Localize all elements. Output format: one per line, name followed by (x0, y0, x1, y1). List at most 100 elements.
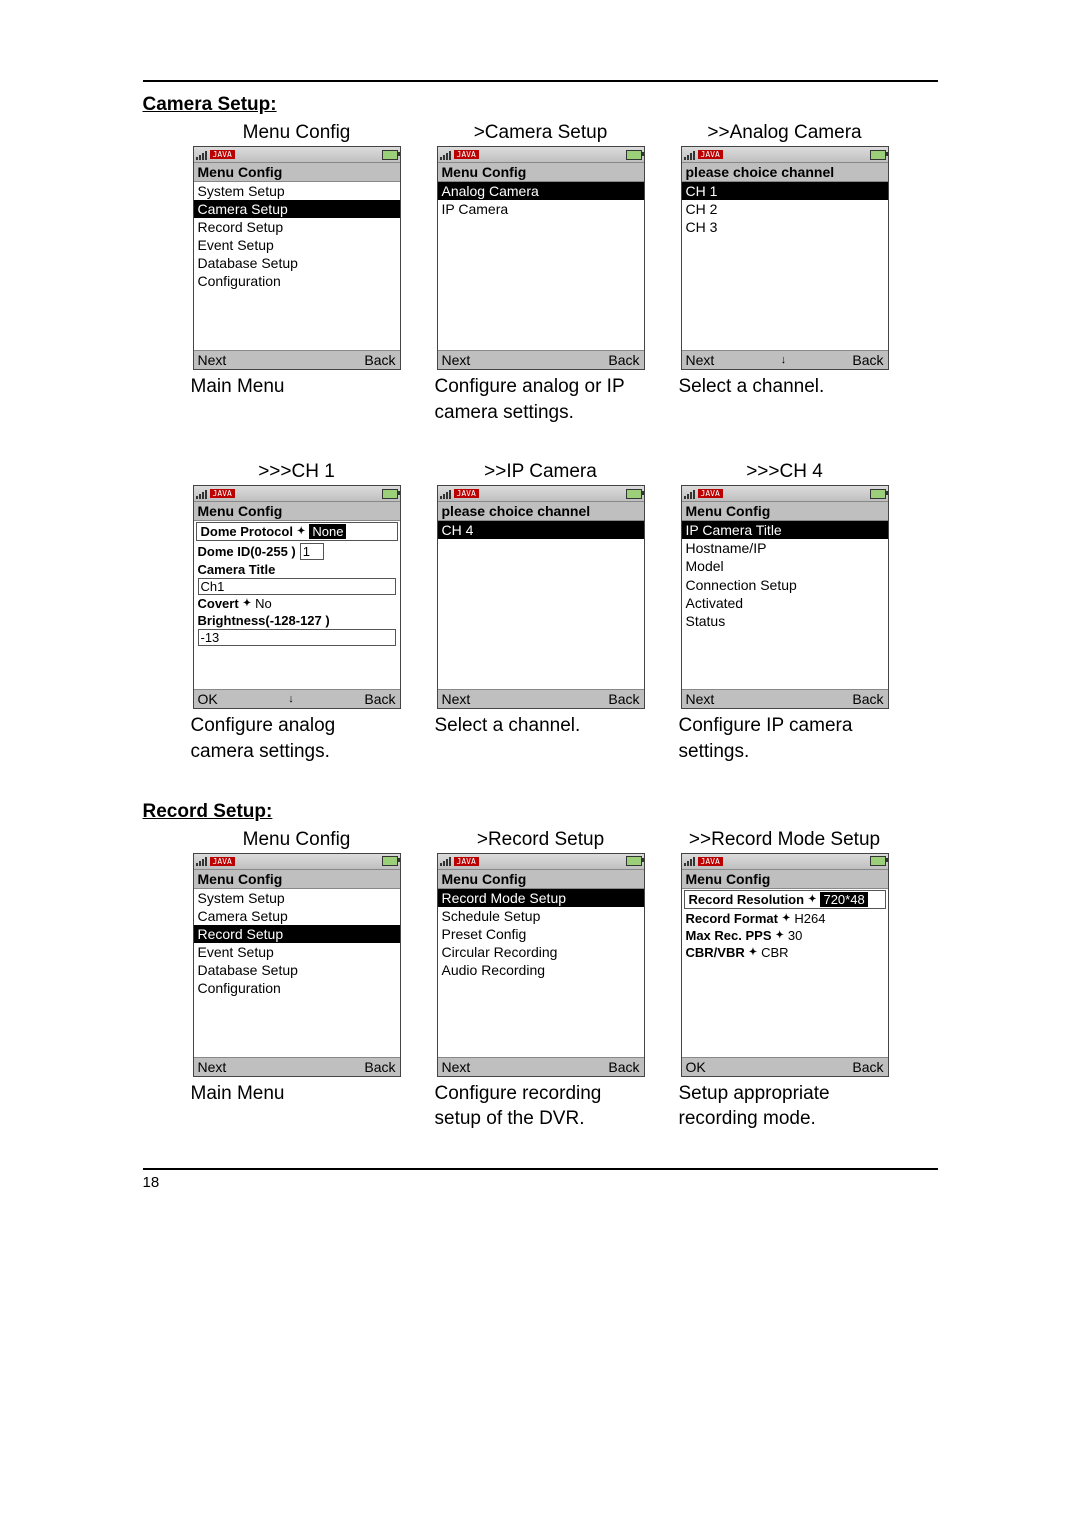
screen-header: please choice channel (682, 163, 888, 182)
record-format-value[interactable]: H264 (794, 911, 825, 926)
softkey-left[interactable]: OK (686, 1059, 706, 1075)
record-format-label: Record Format (686, 911, 778, 926)
softkey-right[interactable]: Back (364, 352, 395, 368)
menu-item[interactable]: Database Setup (194, 254, 400, 272)
softkey-right[interactable]: Back (364, 691, 395, 707)
caption: Setup appropriate recording mode. (679, 1081, 891, 1132)
covert-value[interactable]: No (255, 596, 272, 611)
menu-item[interactable]: Configuration (194, 979, 400, 997)
battery-icon (626, 150, 642, 160)
softkey-right[interactable]: Back (364, 1059, 395, 1075)
max-rec-pps-value[interactable]: 30 (788, 928, 802, 943)
menu-item[interactable]: Record Mode Setup (438, 889, 644, 907)
menu-item[interactable]: Model (682, 557, 888, 575)
softkey-left[interactable]: Next (198, 1059, 227, 1075)
menu-item[interactable]: Record Setup (194, 925, 400, 943)
menu-item[interactable]: Record Setup (194, 218, 400, 236)
softkey-left[interactable]: Next (198, 352, 227, 368)
star-icon: ✦ (297, 526, 305, 537)
menu-item[interactable]: Analog Camera (438, 182, 644, 200)
menu-item[interactable]: Camera Setup (194, 907, 400, 925)
signal-icon (684, 489, 695, 499)
star-icon: ✦ (808, 894, 816, 905)
signal-icon (196, 489, 207, 499)
softkey-right[interactable]: Back (852, 1059, 883, 1075)
record-resolution-label: Record Resolution (689, 892, 805, 907)
menu-item[interactable]: IP Camera Title (682, 521, 888, 539)
menu-item[interactable]: Configuration (194, 272, 400, 290)
row-camera-2: >>>CH 1 JAVA Menu Config Dome Protocol ✦… (191, 461, 938, 764)
brightness-value[interactable]: -13 (198, 629, 396, 646)
camera-title-value[interactable]: Ch1 (198, 578, 396, 595)
caption: Main Menu (191, 1081, 403, 1107)
softkey-left[interactable]: OK (198, 691, 218, 707)
dome-protocol-value[interactable]: None (309, 524, 346, 539)
screen-header: please choice channel (438, 502, 644, 521)
brightness-label: Brightness(-128-127 ) (198, 613, 330, 628)
softkey-right[interactable]: Back (608, 691, 639, 707)
caption: Main Menu (191, 374, 403, 400)
menu-item[interactable]: CH 3 (682, 218, 888, 236)
softkey-right[interactable]: Back (852, 691, 883, 707)
battery-icon (382, 489, 398, 499)
row-record-1: Menu Config JAVA Menu Config System Setu… (191, 829, 938, 1132)
panel-menu-config: Menu Config JAVA Menu Config System Setu… (191, 122, 403, 425)
section-title-camera-setup: Camera Setup: (143, 94, 938, 116)
menu-item[interactable]: Schedule Setup (438, 907, 644, 925)
menu-item[interactable]: Event Setup (194, 236, 400, 254)
camera-title-label: Camera Title (198, 562, 276, 577)
menu-item[interactable]: IP Camera (438, 200, 644, 218)
menu-item[interactable]: CH 1 (682, 182, 888, 200)
caption: Configure analog camera settings. (191, 713, 403, 764)
battery-icon (870, 856, 886, 866)
menu-item[interactable]: CH 2 (682, 200, 888, 218)
menu-item[interactable]: Database Setup (194, 961, 400, 979)
battery-icon (870, 150, 886, 160)
softkey-left[interactable]: Next (686, 691, 715, 707)
menu-item[interactable]: Camera Setup (194, 200, 400, 218)
section-title-record-setup: Record Setup: (143, 801, 938, 823)
menu-item[interactable]: Activated (682, 594, 888, 612)
star-icon: ✦ (749, 947, 757, 958)
caption: Configure recording setup of the DVR. (435, 1081, 647, 1132)
dome-id-value[interactable]: 1 (300, 543, 324, 560)
panel-label: >Camera Setup (474, 122, 608, 144)
panel-menu-config-2: Menu Config JAVA Menu Config System Setu… (191, 829, 403, 1132)
covert-label: Covert (198, 596, 239, 611)
menu-item[interactable]: Status (682, 612, 888, 630)
menu-item[interactable]: System Setup (194, 889, 400, 907)
menu-item[interactable]: Preset Config (438, 925, 644, 943)
panel-label: >>IP Camera (484, 461, 597, 483)
caption: Select a channel. (435, 713, 647, 739)
signal-icon (440, 150, 451, 160)
cbr-vbr-value[interactable]: CBR (761, 945, 788, 960)
signal-icon (196, 150, 207, 160)
menu-item[interactable]: Circular Recording (438, 943, 644, 961)
softkey-left[interactable]: Next (442, 691, 471, 707)
max-rec-pps-label: Max Rec. PPS (686, 928, 772, 943)
menu-item[interactable]: Audio Recording (438, 961, 644, 979)
menu-item[interactable]: Hostname/IP (682, 539, 888, 557)
brand-tag: JAVA (210, 857, 235, 866)
signal-icon (684, 150, 695, 160)
star-icon: ✦ (782, 913, 790, 924)
softkey-right[interactable]: Back (608, 352, 639, 368)
star-icon: ✦ (243, 598, 251, 609)
screen-header: Menu Config (194, 502, 400, 521)
menu-item[interactable]: Connection Setup (682, 576, 888, 594)
caption: Configure analog or IP camera settings. (435, 374, 647, 425)
softkey-left[interactable]: Next (442, 1059, 471, 1075)
softkey-left[interactable]: Next (686, 352, 715, 368)
softkey-left[interactable]: Next (442, 352, 471, 368)
screen: JAVA Menu Config System Setup Camera Set… (193, 146, 401, 370)
panel-analog-camera: >>Analog Camera JAVA please choice chann… (679, 122, 891, 425)
menu-item[interactable]: Event Setup (194, 943, 400, 961)
record-resolution-value[interactable]: 720*48 (820, 892, 867, 907)
softkey-right[interactable]: Back (608, 1059, 639, 1075)
star-icon: ✦ (776, 930, 784, 941)
menu-item[interactable]: CH 4 (438, 521, 644, 539)
softkey-right[interactable]: Back (852, 352, 883, 368)
status-bar: JAVA (194, 147, 400, 163)
panel-ch4: >>>CH 4 JAVA Menu Config IP Camera Title… (679, 461, 891, 764)
menu-item[interactable]: System Setup (194, 182, 400, 200)
